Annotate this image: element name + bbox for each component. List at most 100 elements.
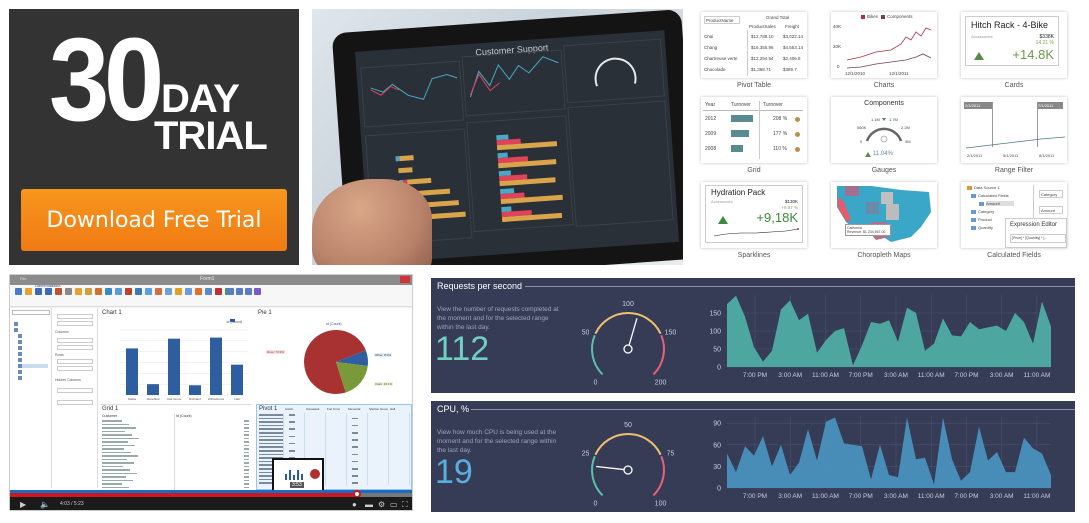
ribbon-tool-icon[interactable] xyxy=(175,288,182,295)
pivot-cell: $12,788.10 xyxy=(751,34,774,39)
feature-pivot-table[interactable]: ProductName Grand Total ProductSales Fre… xyxy=(695,9,825,94)
ribbon-tool-icon[interactable] xyxy=(135,288,142,295)
volume-icon[interactable]: 🔈 xyxy=(40,500,50,509)
fullscreen-icon[interactable]: ⛶ xyxy=(402,500,408,509)
feature-range-filter[interactable]: 2/1/2011 7/1/2011 2/1/2011 5/1/2011 8/1/… xyxy=(955,94,1085,179)
ribbon-tool-icon[interactable] xyxy=(25,288,32,295)
ribbon-tool-icon[interactable] xyxy=(165,288,172,295)
tree-item[interactable] xyxy=(14,328,38,332)
data-source-select[interactable] xyxy=(12,310,50,315)
ribbon-tool-icon[interactable] xyxy=(35,288,42,295)
pivot-cell xyxy=(289,428,295,430)
gauge-arc-segment xyxy=(591,334,604,376)
tree-item[interactable] xyxy=(18,370,42,374)
ribbon-tool-icon[interactable] xyxy=(145,288,152,295)
play-icon[interactable]: ▶ xyxy=(20,500,26,509)
pivot-header: Grand Total xyxy=(766,15,790,20)
ribbon-tool-icon[interactable] xyxy=(236,288,243,295)
ribbon-tool-icon[interactable] xyxy=(245,288,252,295)
feature-gauges[interactable]: Components 0 560K 1.1M 1.7M 2.2M 3M 11.0… xyxy=(825,94,955,179)
watch-later-icon[interactable]: ● xyxy=(352,500,357,509)
card-subtitle: Accessories xyxy=(971,34,993,39)
feature-calculated-fields[interactable]: Data Source 1 Calculated Fields Amount Cate… xyxy=(955,179,1085,264)
grid-cell xyxy=(102,423,129,425)
ribbon-tab-file[interactable]: File xyxy=(20,276,26,281)
grid-bar xyxy=(731,115,753,122)
y-tick-label: 60 xyxy=(713,442,721,449)
tablet-dashboard-photo: Customer Support xyxy=(312,9,683,265)
binding-field[interactable] xyxy=(57,345,93,350)
ribbon-tool-icon[interactable] xyxy=(227,288,234,295)
close-button[interactable] xyxy=(400,276,410,283)
ribbon-tool-icon[interactable] xyxy=(115,288,122,295)
pivot-cell xyxy=(352,468,358,470)
feature-caption: Charts xyxy=(873,82,895,89)
grid-bar xyxy=(731,130,749,137)
binding-field[interactable] xyxy=(57,338,93,343)
binding-panel: Columns Rows Hidden Columns xyxy=(53,308,98,488)
grid-cell xyxy=(102,420,122,422)
tree-item[interactable] xyxy=(18,340,42,344)
feature-cards[interactable]: Hitch Rack - 4-Bike Accessories $338K 14… xyxy=(955,9,1085,94)
requests-gauge: 0 50 100 150 200 xyxy=(582,301,677,387)
tree-item[interactable] xyxy=(14,322,38,326)
trial-banner: 30 DAY TRIAL Download Free Trial xyxy=(9,9,299,265)
tree-node[interactable]: Quantity xyxy=(978,225,993,230)
binding-field[interactable] xyxy=(57,400,93,405)
ribbon-tool-icon[interactable] xyxy=(95,288,102,295)
theater-mode-icon[interactable]: ▭ xyxy=(390,500,398,509)
ribbon-tool-icon[interactable] xyxy=(195,288,202,295)
binding-field[interactable] xyxy=(57,321,93,326)
ribbon-tool-icon[interactable] xyxy=(15,288,22,295)
binding-field[interactable] xyxy=(57,366,93,371)
tree-node[interactable]: Category xyxy=(978,209,994,214)
expression-input[interactable]: [Price] * [Quantity] * [... xyxy=(1010,234,1066,243)
pivot-row-label xyxy=(259,435,283,438)
tree-node[interactable]: Amount xyxy=(986,201,1014,206)
ribbon-tool-icon[interactable] xyxy=(45,288,52,295)
tree-node[interactable]: Product xyxy=(978,217,992,222)
ribbon-tool-icon[interactable] xyxy=(215,288,222,295)
ribbon-tool-icon[interactable] xyxy=(75,288,82,295)
binding-field[interactable] xyxy=(57,314,93,319)
binding-field[interactable] xyxy=(57,388,93,393)
preview-pie xyxy=(310,469,320,479)
grid-cell xyxy=(244,451,249,453)
binding-field[interactable] xyxy=(57,359,93,364)
ribbon-tool-icon[interactable] xyxy=(65,288,72,295)
feature-grid[interactable]: Year Turnover Turnover 2012 208 % 2009 177 … xyxy=(695,94,825,179)
ribbon-tool-icon[interactable] xyxy=(205,288,212,295)
feature-choropleth-maps[interactable]: California Revenue: $1,234,567.00 Chorop… xyxy=(825,179,955,264)
tree-item[interactable] xyxy=(18,376,42,380)
pivot-cell xyxy=(352,439,358,441)
pie-1-panel: Pie 1 Id (Count) Ross: 73.9% Other: 8.0%… xyxy=(256,310,412,402)
tree-node[interactable]: Data Source 1 xyxy=(974,185,1000,190)
y-tick-label: 100 xyxy=(709,329,721,336)
tree-item[interactable] xyxy=(18,346,42,350)
feature-charts[interactable]: Bikes Components 40K 20K 0 12/1/2010 12/… xyxy=(825,9,955,94)
ribbon-tool-icon[interactable] xyxy=(85,288,92,295)
ribbon-tool-icon[interactable] xyxy=(125,288,132,295)
download-free-trial-button[interactable]: Download Free Trial xyxy=(21,189,287,251)
ribbon-tool-icon[interactable] xyxy=(185,288,192,295)
ribbon-tool-icon[interactable] xyxy=(55,288,62,295)
ribbon-tool-icon[interactable] xyxy=(254,288,261,295)
captions-icon[interactable]: ▬ xyxy=(365,500,373,509)
tree-node[interactable]: Calculated Fields xyxy=(978,193,1009,198)
ribbon-tool-icon[interactable] xyxy=(155,288,162,295)
gauge-tick: 1.1M xyxy=(871,117,880,122)
grid-percent: 177 % xyxy=(773,131,788,137)
grid-cell xyxy=(102,469,130,471)
tree-item[interactable] xyxy=(18,358,42,362)
pivot-cell: $3,022.14 xyxy=(783,34,804,39)
tree-item[interactable] xyxy=(18,364,48,368)
feature-sparklines[interactable]: Hydration Pack Accessories $130K +9.57 %… xyxy=(695,179,825,264)
settings-gear-icon[interactable]: ⚙ xyxy=(378,500,385,509)
gauge-tick-label: 100 xyxy=(655,501,667,508)
pivot-cell xyxy=(289,421,295,423)
tree-item[interactable] xyxy=(18,334,42,338)
video-player[interactable]: Form1 File Dashboard Data Columns Rows H… xyxy=(9,274,413,511)
tree-item[interactable] xyxy=(18,352,42,356)
ribbon-tool-icon[interactable] xyxy=(105,288,112,295)
pivot-row-label xyxy=(259,428,283,430)
